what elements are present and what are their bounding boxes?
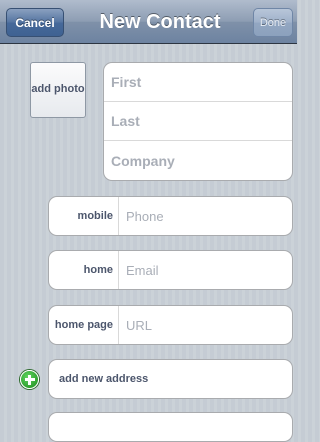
page-title: New Contact — [99, 10, 221, 33]
cancel-button[interactable]: Cancel — [6, 8, 64, 37]
email-placeholder: Email — [126, 262, 159, 278]
email-field[interactable]: home Email — [48, 250, 293, 290]
add-address-icon[interactable] — [20, 370, 39, 389]
next-field-row[interactable] — [48, 412, 293, 442]
phone-type-label[interactable]: mobile — [49, 197, 119, 235]
add-photo-button[interactable]: add photo — [30, 62, 86, 118]
phone-field[interactable]: mobile Phone — [48, 196, 293, 236]
url-field[interactable]: home page URL — [48, 305, 293, 345]
navigation-bar: Cancel New Contact Done — [0, 0, 297, 44]
add-address-row[interactable]: add new address — [48, 359, 293, 399]
first-name-field[interactable]: First — [104, 63, 292, 102]
first-name-placeholder: First — [111, 74, 142, 90]
company-field[interactable]: Company — [104, 141, 292, 180]
phone-placeholder: Phone — [126, 208, 164, 224]
company-placeholder: Company — [111, 152, 175, 169]
url-type-label[interactable]: home page — [49, 306, 119, 344]
add-photo-label: add photo — [31, 83, 85, 96]
email-type-label[interactable]: home — [49, 251, 119, 289]
name-fields-group: First Last Company — [103, 62, 293, 181]
last-name-field[interactable]: Last — [104, 102, 292, 141]
done-button[interactable]: Done — [253, 8, 293, 37]
url-placeholder: URL — [126, 317, 153, 333]
add-address-label: add new address — [59, 373, 149, 385]
last-name-placeholder: Last — [111, 113, 140, 129]
